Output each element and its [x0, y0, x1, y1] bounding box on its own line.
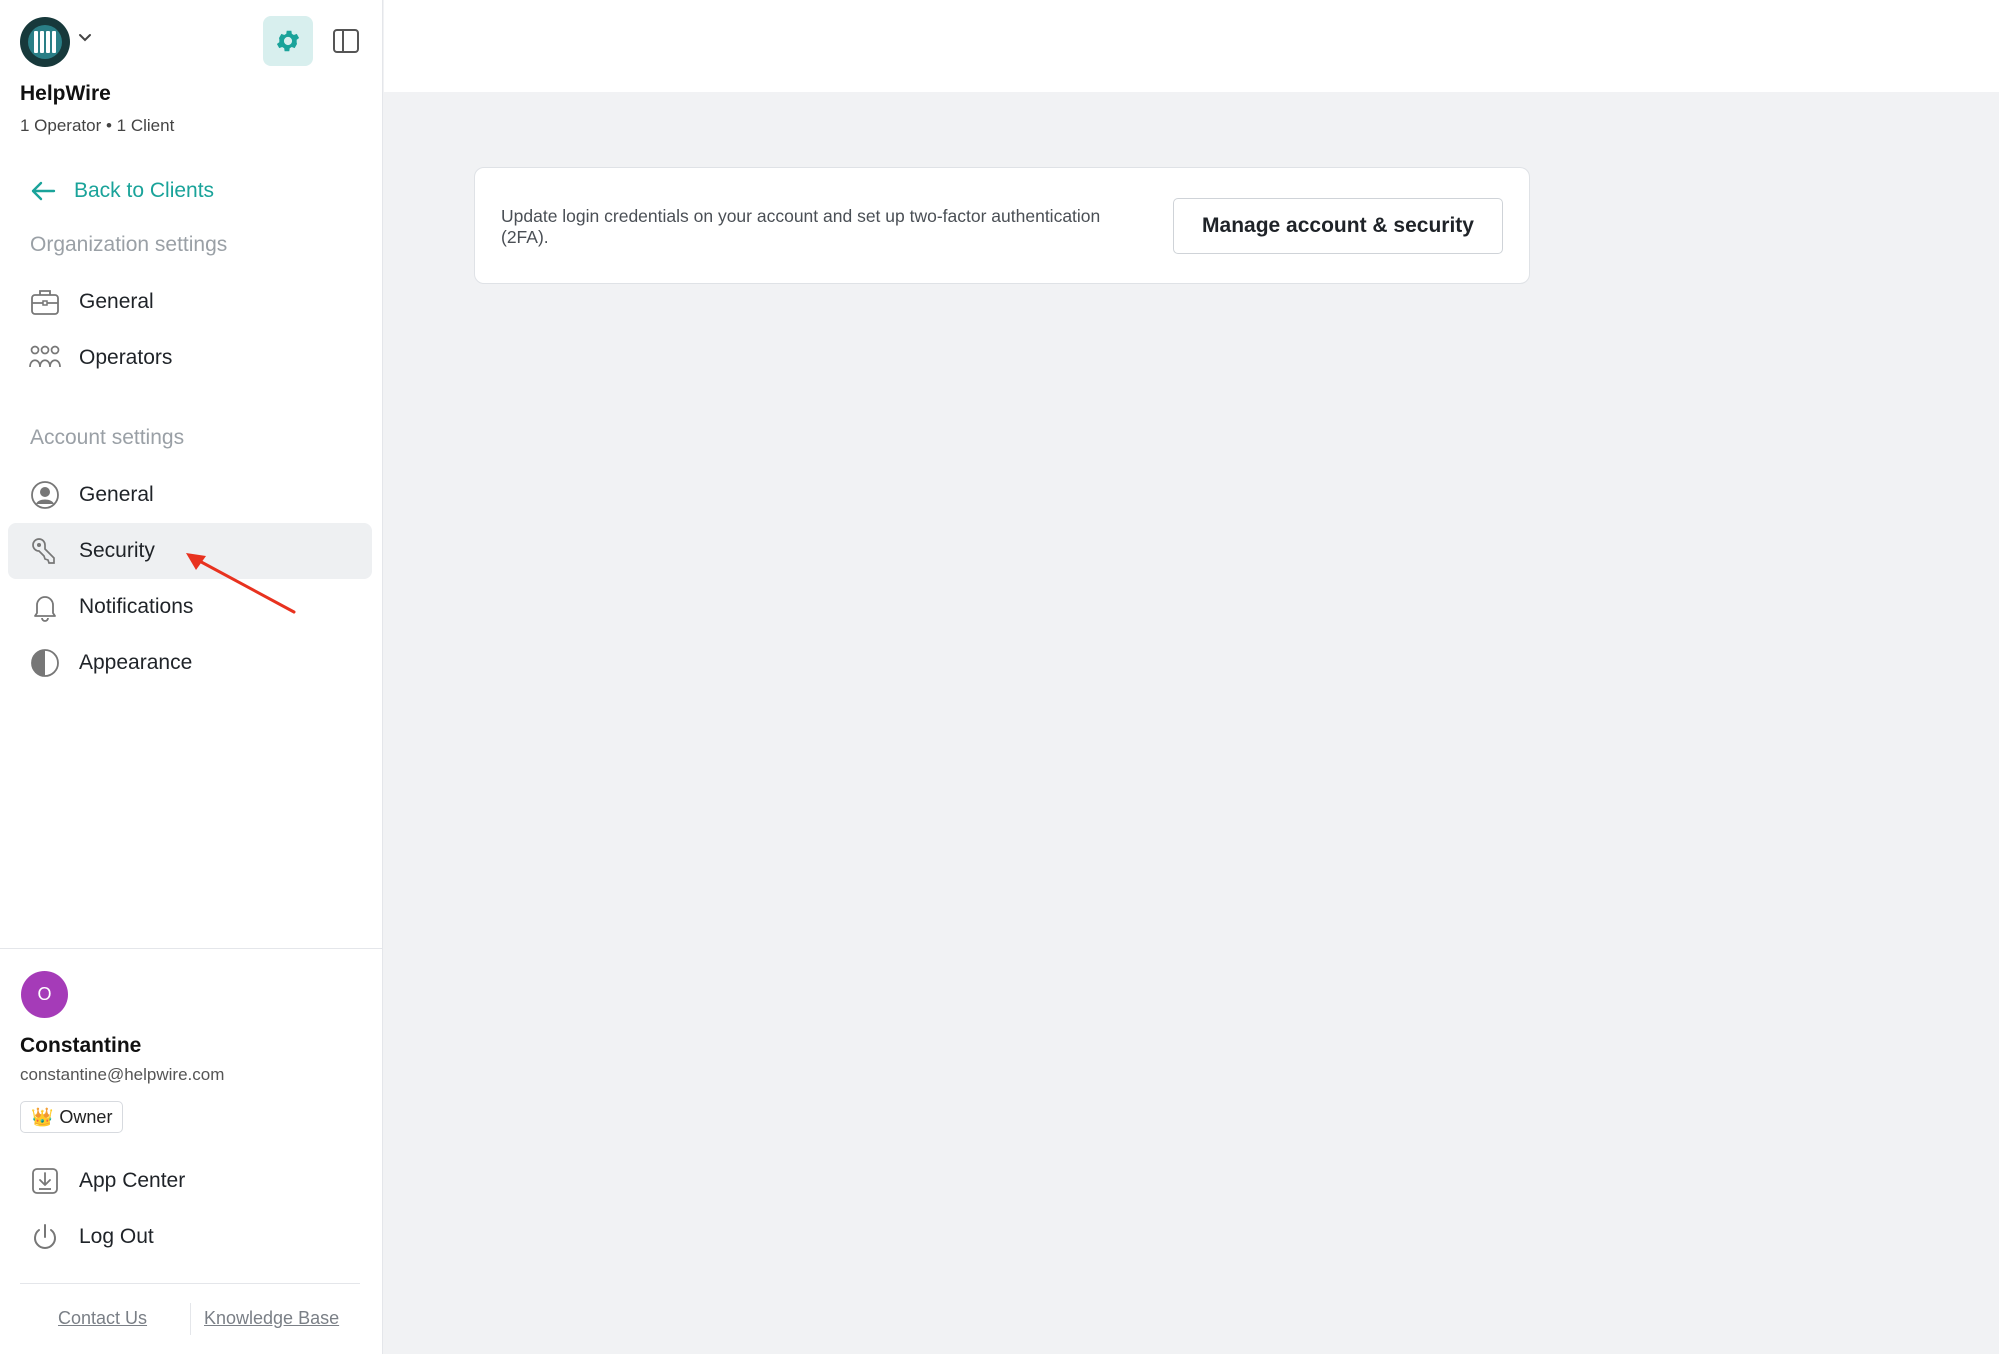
org-name: HelpWire [20, 82, 111, 105]
user-email: constantine@helpwire.com [20, 1065, 225, 1084]
sidebar-item-label: Security [79, 539, 155, 562]
key-icon [29, 535, 61, 567]
footer-link-divider [190, 1303, 191, 1335]
log-out-button[interactable]: Log Out [8, 1209, 372, 1265]
app-center-link[interactable]: App Center [8, 1153, 372, 1209]
arrow-left-icon [31, 181, 56, 201]
sidebar-panel-icon [333, 29, 359, 53]
gear-icon [276, 30, 300, 52]
briefcase-icon [29, 286, 61, 318]
log-out-label: Log Out [79, 1225, 154, 1248]
annotation-arrow [186, 553, 296, 614]
footer-divider [0, 948, 383, 949]
security-card: Update login credentials on your account… [474, 167, 1530, 284]
contrast-icon [29, 647, 61, 679]
app-center-label: App Center [79, 1169, 186, 1192]
sidebar-item-operators[interactable]: Operators [8, 330, 372, 386]
bell-icon [29, 591, 61, 623]
sidebar-item-org-general[interactable]: General [8, 274, 372, 330]
org-meta: 1 Operator • 1 Client [20, 116, 175, 135]
logo-icon [28, 25, 62, 59]
sidebar-item-label: General [79, 290, 154, 313]
back-to-clients-link[interactable]: Back to Clients [30, 176, 214, 206]
avatar[interactable]: O [21, 971, 68, 1018]
sidebar-item-label: Notifications [79, 595, 194, 618]
power-icon [29, 1221, 61, 1253]
sidebar-item-label: Operators [79, 346, 173, 369]
user-circle-icon [29, 479, 61, 511]
sidebar-item-account-general[interactable]: General [8, 467, 372, 523]
knowledge-base-link[interactable]: Knowledge Base [204, 1308, 339, 1329]
crown-icon: 👑 [31, 1106, 54, 1127]
role-badge: 👑 Owner [20, 1101, 124, 1133]
settings-button[interactable] [263, 16, 313, 66]
users-icon [29, 342, 61, 374]
role-label: Owner [59, 1106, 113, 1127]
footer-bottom-divider [20, 1283, 360, 1284]
chevron-down-icon[interactable] [78, 33, 92, 43]
main-header [384, 0, 1999, 92]
sidebar-item-label: General [79, 483, 154, 506]
sidebar-item-appearance[interactable]: Appearance [8, 635, 372, 691]
security-description: Update login credentials on your account… [501, 206, 1101, 247]
manage-account-security-button[interactable]: Manage account & security [1173, 198, 1503, 254]
sidebar-item-label: Appearance [79, 651, 193, 674]
org-logo[interactable] [20, 17, 70, 67]
user-name: Constantine [20, 1034, 142, 1057]
sidebar-topbar [0, 0, 383, 84]
download-icon [29, 1165, 61, 1197]
account-settings-title: Account settings [30, 426, 185, 449]
back-to-clients-label: Back to Clients [74, 179, 215, 202]
toggle-sidebar-button[interactable] [330, 25, 362, 57]
contact-us-link[interactable]: Contact Us [58, 1308, 147, 1329]
organization-settings-title: Organization settings [30, 233, 228, 256]
sidebar: HelpWire 1 Operator • 1 Client Back to C… [0, 0, 383, 1354]
